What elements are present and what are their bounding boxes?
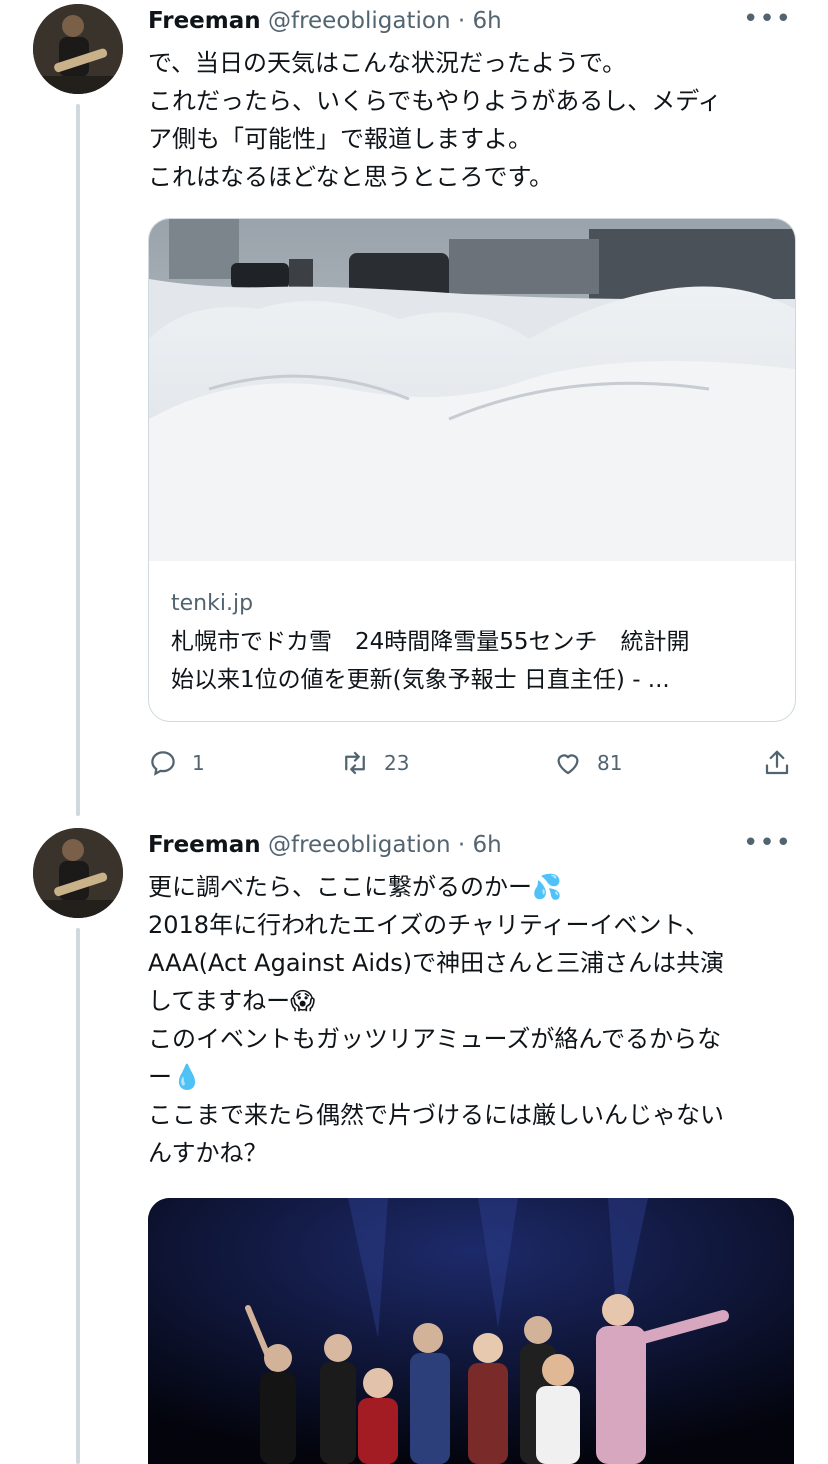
card-domain: tenki.jp xyxy=(171,591,254,616)
avatar-image xyxy=(33,828,123,918)
snow-street-photo xyxy=(149,219,795,561)
tweet-text-line: ここまで来たら偶然で片づけるには厳しいんじゃない xyxy=(148,1101,724,1129)
tweet-text: で、当日の天気はこんな状況だったようで。 これだったら、いくらでもやりようがある… xyxy=(148,44,798,196)
share-button[interactable] xyxy=(762,748,792,778)
reply-button[interactable]: 1 xyxy=(148,748,205,778)
separator-dot: · xyxy=(457,8,466,34)
tweet-text: 更に調べたら、ここに繋がるのかー💦 2018年に行われたエイズのチャリティーイベ… xyxy=(148,868,798,1172)
retweet-count: 23 xyxy=(384,751,410,775)
tweet-text-line: んすかね？ xyxy=(148,1139,268,1167)
sweat-droplets-emoji: 💦 xyxy=(532,873,562,901)
more-horizontal-icon[interactable]: ••• xyxy=(743,828,792,858)
more-horizontal-icon[interactable]: ••• xyxy=(743,4,792,34)
reply-icon xyxy=(151,751,175,776)
tweet[interactable]: Freeman @freeobligation · 6h ••• で、当日の天気… xyxy=(0,0,828,812)
retweet-button[interactable]: 23 xyxy=(340,748,409,778)
card-title: 札幌市でドカ雪 24時間降雪量55センチ 統計開 始以来1位の値を更新(気象予報… xyxy=(171,623,781,699)
tweet-text-line: 更に調べたら、ここに繋がるのかー💦 xyxy=(148,868,798,906)
share-icon xyxy=(765,750,789,775)
tweet-text-segment: 更に調べたら、ここに繋がるのかー xyxy=(148,873,532,901)
tweet-text-line: これだったら、いくらでもやりようがあるし、メディ xyxy=(148,87,722,115)
tweet-text-line: これはなるほどなと思うところです。 xyxy=(148,163,554,191)
tweet-text-segment: ー xyxy=(148,1063,172,1091)
author-name[interactable]: Freeman xyxy=(148,8,261,34)
screaming-face-emoji: 😱 xyxy=(290,987,316,1015)
separator-dot: · xyxy=(457,832,466,858)
like-button[interactable]: 81 xyxy=(553,748,622,778)
author-handle[interactable]: @freeobligation xyxy=(268,832,451,858)
tweet-time[interactable]: 6h xyxy=(472,832,501,858)
reply-count: 1 xyxy=(192,751,205,775)
tweet-text-line: AAA(Act Against Aids)で神田さんと三浦さんは共演 xyxy=(148,949,725,977)
avatar[interactable] xyxy=(33,4,123,94)
tweet-text-line: 2018年に行われたエイズのチャリティーイベント、 xyxy=(148,911,709,939)
card-title-line: 札幌市でドカ雪 24時間降雪量55センチ 統計開 xyxy=(171,629,690,655)
tweet-text-segment: してますねー xyxy=(148,987,291,1015)
tweet[interactable]: Freeman @freeobligation · 6h ••• 更に調べたら、… xyxy=(0,824,828,1464)
avatar-image xyxy=(33,4,123,94)
retweet-icon xyxy=(345,751,365,775)
card-title-line: 始以来1位の値を更新(気象予報士 日直主任) - ... xyxy=(171,667,670,693)
author-handle[interactable]: @freeobligation xyxy=(268,8,451,34)
tweet-header: Freeman @freeobligation · 6h xyxy=(148,6,502,36)
author-name[interactable]: Freeman xyxy=(148,832,261,858)
tweet-text-line: してますねー😱 xyxy=(148,982,798,1020)
tweet-text-line: ー💧 xyxy=(148,1058,798,1096)
tweet-text-line: このイベントもガッツリアミューズが絡んでるからな xyxy=(148,1025,722,1053)
tweet-text-line: ア側も「可能性」で報道しますよ。 xyxy=(148,125,532,153)
concert-stage-photo xyxy=(148,1198,794,1464)
tweet-header: Freeman @freeobligation · 6h xyxy=(148,830,502,860)
tweet-media-photo[interactable] xyxy=(148,1198,794,1464)
tweet-actions: 1 23 81 xyxy=(148,748,798,788)
heart-icon xyxy=(557,754,579,775)
link-card[interactable]: tenki.jp 札幌市でドカ雪 24時間降雪量55センチ 統計開 始以来1位の… xyxy=(148,218,796,722)
tweet-text-line: で、当日の天気はこんな状況だったようで。 xyxy=(148,49,627,77)
avatar[interactable] xyxy=(33,828,123,918)
droplet-emoji: 💧 xyxy=(172,1063,202,1091)
tweet-time[interactable]: 6h xyxy=(472,8,501,34)
card-image xyxy=(149,219,795,561)
like-count: 81 xyxy=(597,751,623,775)
